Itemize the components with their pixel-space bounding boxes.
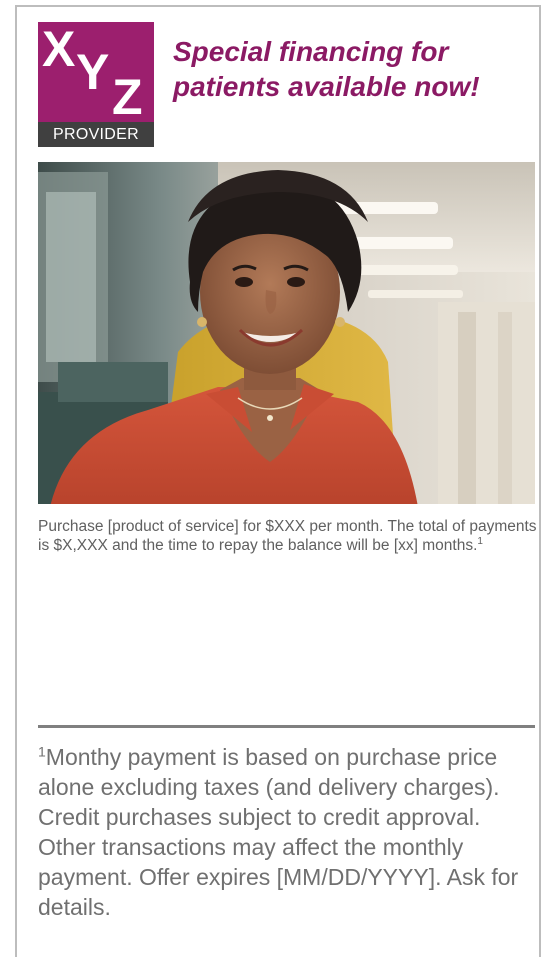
logo-letter-x: X: [42, 22, 76, 77]
caption-footnote-marker: 1: [477, 535, 483, 547]
logo-letter-y: Y: [76, 44, 110, 100]
caption-text: Purchase [product of service] for $XXX p…: [38, 518, 537, 554]
footnote-divider: [38, 725, 535, 728]
headline-line-2: patients available now!: [173, 71, 480, 102]
logo-provider-band: PROVIDER: [38, 122, 154, 147]
logo-letter-z: Z: [112, 69, 143, 122]
footnote-marker: 1: [38, 743, 46, 760]
logo-mark: X Y Z: [38, 22, 154, 122]
offer-caption: Purchase [product of service] for $XXX p…: [38, 517, 538, 555]
footnote: 1Monthy payment is based on purchase pri…: [38, 742, 538, 922]
headline: Special financing for patients available…: [173, 34, 533, 104]
footnote-text: Monthy payment is based on purchase pric…: [38, 744, 519, 920]
headline-line-1: Special financing for: [173, 36, 449, 67]
ad-card: X Y Z PROVIDER Special financing for pat…: [15, 5, 541, 957]
xyz-provider-logo: X Y Z PROVIDER: [38, 22, 154, 147]
smiling-woman-photo: [38, 162, 535, 504]
